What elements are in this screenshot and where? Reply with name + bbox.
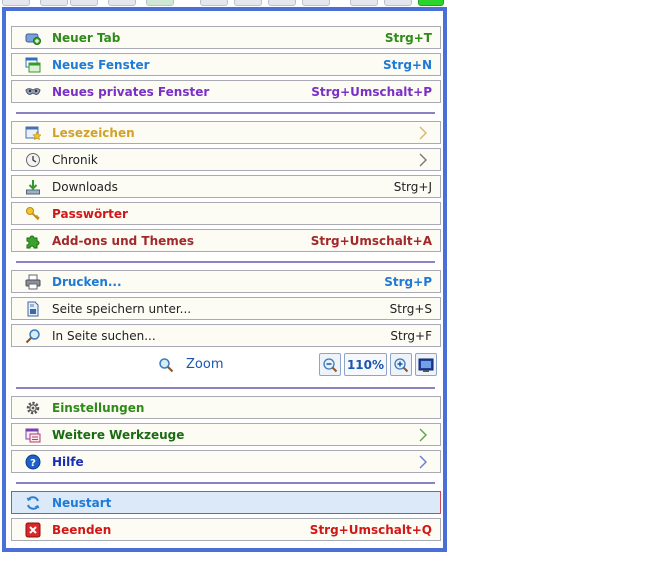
toolbar-button[interactable] <box>146 0 174 6</box>
chevron-right-icon <box>418 153 428 167</box>
menu-item-new-window[interactable]: Neues Fenster Strg+N <box>11 53 441 76</box>
zoom-in-icon <box>394 357 409 372</box>
printer-icon <box>24 273 42 291</box>
zoom-out-button[interactable] <box>319 353 341 376</box>
menu-item-label: Einstellungen <box>52 400 145 415</box>
menu-item-label: Beenden <box>52 522 112 537</box>
fullscreen-icon <box>418 358 434 372</box>
fullscreen-button[interactable] <box>415 353 437 376</box>
toolbar-button[interactable] <box>384 0 412 6</box>
menu-item-label: Add-ons und Themes <box>52 233 195 248</box>
menu-item-label: Neues Fenster <box>52 57 150 72</box>
toolbar-button[interactable] <box>40 0 68 6</box>
zoom-controls: Zoom 110% <box>11 352 441 378</box>
menu-item-label: Downloads <box>52 179 118 194</box>
menu-item-label: Lesezeichen <box>52 125 135 140</box>
menu-item-history[interactable]: Chronik <box>11 148 441 171</box>
menu-item-private-window[interactable]: Neues privates Fenster Strg+Umschalt+P <box>11 80 441 103</box>
zoom-icon <box>158 357 174 373</box>
menu-item-label: Neustart <box>52 495 112 510</box>
menu-separator <box>16 482 435 484</box>
menu-item-label: Seite speichern unter... <box>52 301 192 316</box>
mask-icon <box>24 83 42 101</box>
key-icon <box>24 205 42 223</box>
app-menu-panel: Neuer Tab Strg+T Neues Fenster Strg+N Ne… <box>2 7 447 552</box>
puzzle-icon <box>24 232 42 250</box>
toolbar-button[interactable] <box>418 0 444 6</box>
toolbar-button[interactable] <box>2 0 30 6</box>
menu-item-bookmarks[interactable]: Lesezeichen <box>11 121 441 144</box>
menu-item-quit[interactable]: Beenden Strg+Umschalt+Q <box>11 518 441 541</box>
menu-item-shortcut: Strg+Umschalt+Q <box>309 522 432 537</box>
tools-icon <box>24 426 42 444</box>
toolbar-button[interactable] <box>268 0 296 6</box>
menu-item-label: Neues privates Fenster <box>52 84 210 99</box>
menu-item-passwords[interactable]: Passwörter <box>11 202 441 225</box>
zoom-label: Zoom <box>186 357 224 372</box>
svg-text:?: ? <box>30 458 36 469</box>
chevron-right-icon <box>418 455 428 469</box>
chevron-right-icon <box>418 428 428 442</box>
restart-icon <box>24 494 42 512</box>
toolbar-button[interactable] <box>234 0 262 6</box>
close-icon <box>24 521 42 539</box>
menu-item-print[interactable]: Drucken... Strg+P <box>11 270 441 293</box>
window-icon <box>24 56 42 74</box>
download-icon <box>24 178 42 196</box>
menu-item-help[interactable]: ? Hilfe <box>11 450 441 473</box>
menu-item-label: Hilfe <box>52 454 84 469</box>
menu-item-label: In Seite suchen... <box>52 328 156 343</box>
menu-item-addons[interactable]: Add-ons und Themes Strg+Umschalt+A <box>11 229 441 252</box>
menu-item-label: Passwörter <box>52 206 128 221</box>
menu-item-settings[interactable]: Einstellungen <box>11 396 441 419</box>
toolbar-strip <box>0 0 651 7</box>
toolbar-button[interactable] <box>108 0 136 6</box>
menu-item-shortcut: Strg+Umschalt+A <box>310 233 432 248</box>
magnifier-icon <box>24 327 42 345</box>
menu-item-shortcut: Strg+J <box>393 179 432 194</box>
menu-item-more-tools[interactable]: Weitere Werkzeuge <box>11 423 441 446</box>
menu-item-shortcut: Strg+T <box>384 30 432 45</box>
toolbar-button[interactable] <box>350 0 378 6</box>
chevron-right-icon <box>418 126 428 140</box>
menu-item-shortcut: Strg+N <box>383 57 432 72</box>
gear-icon <box>24 399 42 417</box>
bookmark-star-icon <box>24 124 42 142</box>
toolbar-button[interactable] <box>70 0 98 6</box>
menu-item-save-page[interactable]: Seite speichern unter... Strg+S <box>11 297 441 320</box>
menu-separator <box>16 112 435 114</box>
menu-item-shortcut: Strg+P <box>384 274 432 289</box>
zoom-in-button[interactable] <box>390 353 412 376</box>
menu-item-shortcut: Strg+F <box>390 328 432 343</box>
menu-item-downloads[interactable]: Downloads Strg+J <box>11 175 441 198</box>
menu-item-label: Drucken... <box>52 274 122 289</box>
zoom-out-icon <box>323 357 338 372</box>
menu-item-restart[interactable]: Neustart <box>11 491 441 514</box>
toolbar-button[interactable] <box>302 0 330 6</box>
menu-item-shortcut: Strg+Umschalt+P <box>311 84 432 99</box>
zoom-reset-button[interactable]: 110% <box>344 353 387 376</box>
menu-item-label: Chronik <box>52 152 98 167</box>
menu-separator <box>16 261 435 263</box>
save-page-icon <box>24 300 42 318</box>
menu-separator <box>16 387 435 389</box>
menu-item-find[interactable]: In Seite suchen... Strg+F <box>11 324 441 347</box>
menu-item-shortcut: Strg+S <box>389 301 432 316</box>
new-tab-icon <box>24 29 42 47</box>
menu-item-label: Weitere Werkzeuge <box>52 427 185 442</box>
toolbar-button[interactable] <box>200 0 228 6</box>
menu-item-new-tab[interactable]: Neuer Tab Strg+T <box>11 26 441 49</box>
menu-item-label: Neuer Tab <box>52 30 121 45</box>
clock-icon <box>24 151 42 169</box>
help-icon: ? <box>24 453 42 471</box>
